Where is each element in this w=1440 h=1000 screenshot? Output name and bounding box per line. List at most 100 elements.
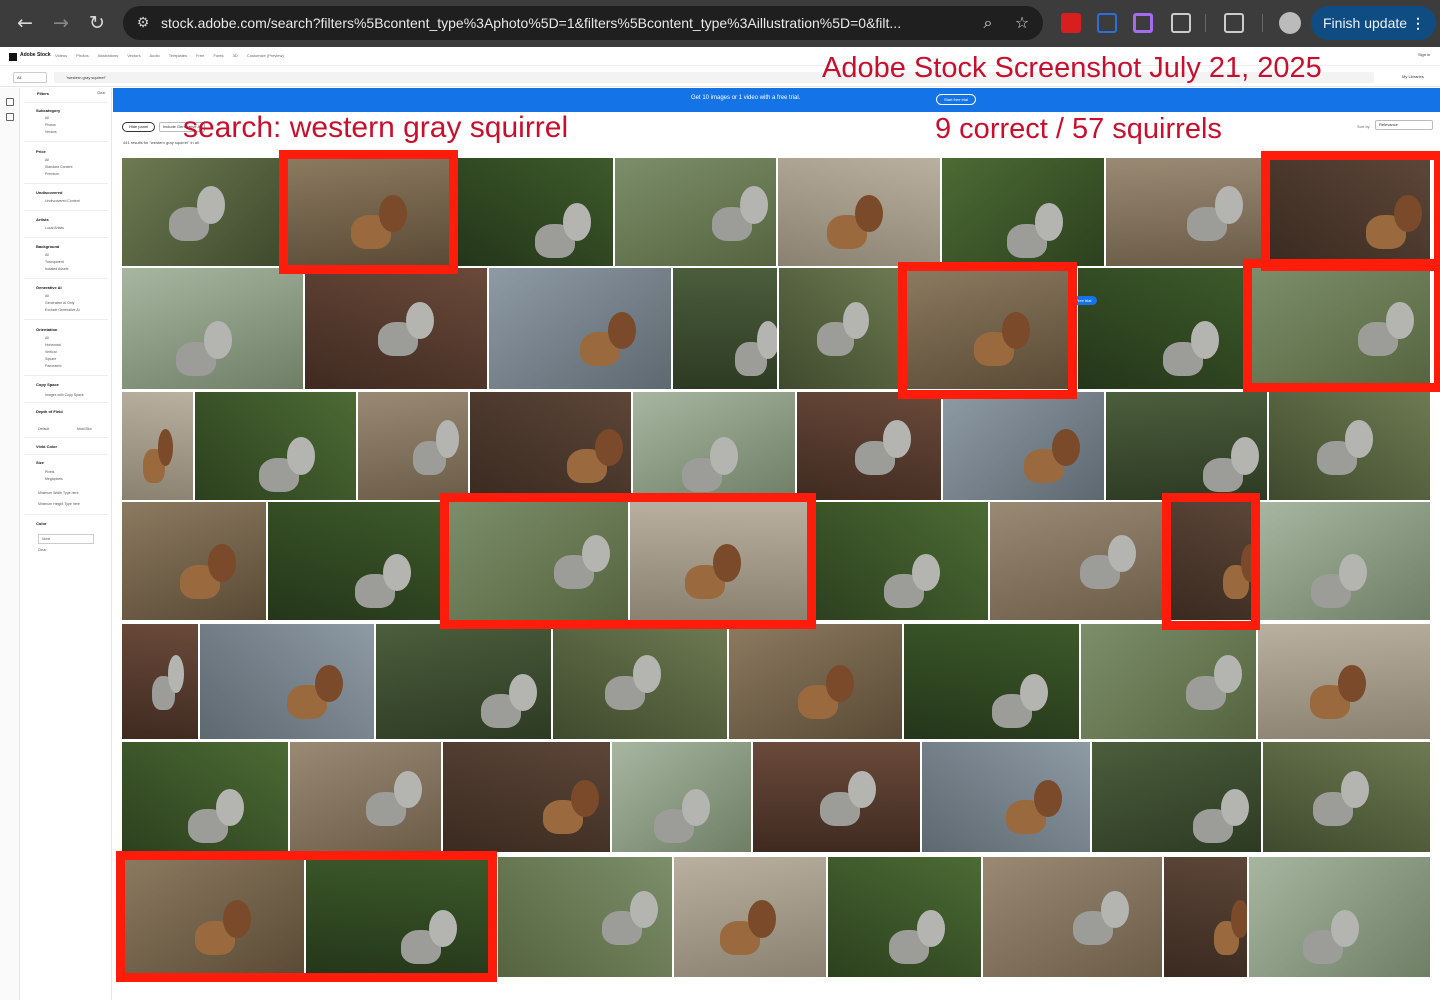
nav-link[interactable]: Vectors [127,53,140,58]
result-image-tile[interactable] [922,742,1090,852]
filter-option[interactable]: Generative AI Only [45,301,74,305]
result-image-tile[interactable] [290,742,441,852]
filter-option[interactable]: Local Artists [45,226,64,230]
sort-select[interactable]: Relevance [1375,120,1433,130]
result-image-tile[interactable] [904,624,1079,739]
result-image-tile[interactable] [122,392,193,500]
result-image-tile[interactable] [200,624,374,739]
result-image-tile[interactable] [1249,857,1430,977]
extension-icon[interactable] [1133,13,1153,33]
filter-heading[interactable]: Artists [36,217,49,222]
filter-option[interactable]: Exclude Generative AI [45,308,80,312]
finish-update-button[interactable]: Finish update ⋮ [1311,6,1436,40]
filter-option[interactable]: Square [45,357,56,361]
result-image-tile[interactable] [1106,158,1268,266]
min-height-field[interactable]: Minimum Height Type here [38,502,80,506]
hide-panel-button[interactable]: Hide panel [122,122,155,132]
result-image-tile[interactable] [1164,857,1247,977]
result-image-tile[interactable] [489,268,671,389]
result-image-tile[interactable] [673,268,777,389]
zoom-icon[interactable]: ⌕ [978,13,998,33]
result-image-tile[interactable] [122,268,303,389]
filter-heading[interactable]: Undiscovered [36,190,62,195]
result-image-tile[interactable] [674,857,826,977]
result-image-tile[interactable] [815,502,988,620]
filter-option[interactable]: Transparent [45,260,64,264]
result-image-tile[interactable] [990,502,1169,620]
nav-link[interactable]: Free [196,53,204,58]
result-image-tile[interactable] [633,392,795,500]
pdf-extension-icon[interactable] [1061,13,1081,33]
profile-avatar[interactable] [1279,12,1301,34]
result-image-tile[interactable] [983,857,1162,977]
filter-heading[interactable]: Price [36,149,46,154]
filter-option[interactable]: Photos [45,123,56,127]
min-width-field[interactable]: Minimum Width Type here [38,491,79,495]
filter-heading[interactable]: Vivid Color [36,444,57,449]
forward-icon[interactable]: → [48,10,74,36]
bookmark-star-icon[interactable]: ☆ [1012,13,1032,33]
filter-option[interactable]: All [45,158,49,162]
search-scope-select[interactable]: All [13,72,47,83]
filter-option[interactable]: Isolated Assets [45,267,69,271]
filter-heading[interactable]: Orientation [36,327,57,332]
nav-link[interactable]: 3D [233,53,238,58]
filter-option[interactable]: Panoramic [45,364,62,368]
result-image-tile[interactable] [470,392,631,500]
nav-link[interactable]: Audio [149,53,159,58]
filter-option[interactable]: Pixels [45,470,54,474]
sign-in-link[interactable]: Sign in [1418,52,1430,57]
result-image-tile[interactable] [376,624,551,739]
filter-option[interactable]: Vectors [45,130,57,134]
brand-name[interactable]: Adobe Stock [20,52,51,58]
result-image-tile[interactable] [457,158,613,266]
back-icon[interactable]: ← [12,10,38,36]
result-image-tile[interactable] [122,624,198,739]
my-libraries-link[interactable]: My Libraries [1402,74,1424,79]
result-image-tile[interactable] [443,742,610,852]
nav-link[interactable]: Customize (Preview) [247,53,284,58]
result-image-tile[interactable] [797,392,941,500]
result-image-tile[interactable] [1258,624,1430,739]
filter-heading[interactable]: Subcategory [36,108,60,113]
url-text[interactable]: stock.adobe.com/search?filters%5Bcontent… [161,6,961,40]
drive-extension-icon[interactable] [1097,13,1117,33]
filter-heading[interactable]: Background [36,244,59,249]
reload-icon[interactable]: ↻ [84,10,110,36]
result-image-tile[interactable] [1263,742,1430,852]
filter-option[interactable]: Premium [45,172,59,176]
result-image-tile[interactable] [122,158,280,266]
filter-heading[interactable]: Size [36,460,44,465]
result-image-tile[interactable] [1106,392,1267,500]
result-image-tile[interactable] [122,742,288,852]
filter-option[interactable]: All [45,253,49,257]
nav-link[interactable]: Templates [169,53,187,58]
filter-option[interactable]: All [45,294,49,298]
extensions-puzzle-icon[interactable] [1171,13,1191,33]
filter-heading[interactable]: Copy Space [36,382,59,387]
filter-option[interactable]: All [45,116,49,120]
result-image-tile[interactable] [268,502,442,620]
result-image-tile[interactable] [553,624,727,739]
result-image-tile[interactable] [305,268,487,389]
nav-link[interactable]: Fonts [213,53,223,58]
filter-option[interactable]: All [45,336,49,340]
adobe-logo-icon[interactable] [9,53,17,61]
filter-rail-icon[interactable] [6,98,14,106]
tab-search-icon[interactable] [1224,13,1244,33]
result-image-tile[interactable] [753,742,920,852]
filter-option[interactable]: Horizontal [45,343,61,347]
result-image-tile[interactable] [122,502,266,620]
result-image-tile[interactable] [778,158,940,266]
start-free-trial-button[interactable]: Start free trial [936,94,976,105]
result-image-tile[interactable] [828,857,981,977]
collection-rail-icon[interactable] [6,113,14,121]
result-image-tile[interactable] [358,392,468,500]
nav-link[interactable]: Videos [55,53,67,58]
filter-option[interactable]: Vertical [45,350,56,354]
filter-heading[interactable]: Generative AI [36,285,62,290]
filter-option[interactable]: Images with Copy Space [45,393,84,397]
clear-color-link[interactable]: Clear [38,548,46,552]
clear-filters-link[interactable]: Clear [97,91,105,95]
result-image-tile[interactable] [1269,392,1430,500]
